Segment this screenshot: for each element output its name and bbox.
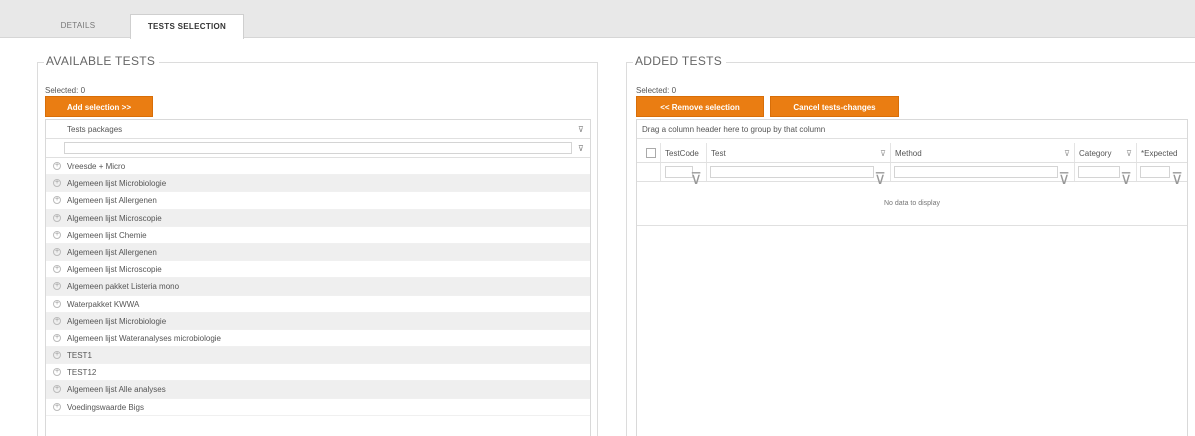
list-item[interactable]: + Algemeen lijst Microbiologie <box>46 175 590 193</box>
list-item[interactable]: + Algemeen lijst Wateranalyses microbiolo… <box>46 330 590 348</box>
added-selected-count: Selected: 0 <box>636 86 677 95</box>
list-item[interactable]: + TEST1 <box>46 347 590 365</box>
expand-icon[interactable]: + <box>53 213 61 222</box>
category-filter-input[interactable] <box>1078 166 1120 178</box>
method-filter-input[interactable] <box>894 166 1058 178</box>
test-filter-cell: ⊽ <box>707 163 891 188</box>
list-item[interactable]: + Algemeen lijst Chemie <box>46 227 590 244</box>
testcode-filter-cell: ⊽ <box>661 163 707 188</box>
test-filter-input[interactable] <box>710 166 874 178</box>
tests-packages-filter-input[interactable] <box>64 142 572 154</box>
column-label: Method <box>895 149 922 158</box>
expand-icon[interactable]: + <box>53 282 61 291</box>
package-label: Algemeen lijst Wateranalyses microbiolog… <box>67 333 221 343</box>
expected-filter-input[interactable] <box>1140 166 1170 178</box>
available-selected-count: Selected: 0 <box>45 86 86 95</box>
expand-icon[interactable]: + <box>53 333 61 342</box>
tab-tests-selection[interactable]: TESTS SELECTION <box>130 14 244 39</box>
filter-row: ⊽ <box>46 139 590 158</box>
expand-icon[interactable]: + <box>53 247 61 256</box>
available-tests-title: AVAILABLE TESTS <box>44 54 160 68</box>
list-item[interactable]: + Vreesde + Micro <box>46 158 590 176</box>
added-tests-title: ADDED TESTS <box>633 54 727 68</box>
expand-icon[interactable]: + <box>53 179 61 188</box>
list-item[interactable]: + Algemeen lijst Microscopie <box>46 209 590 227</box>
list-item[interactable]: + Algemeen lijst Alle analyses <box>46 381 590 399</box>
tab-details[interactable]: DETAILS <box>44 14 112 38</box>
expand-icon[interactable]: + <box>53 162 61 170</box>
expand-icon[interactable]: + <box>53 316 61 325</box>
list-item[interactable]: + Algemeen lijst Allergenen <box>46 243 590 262</box>
filter-icon[interactable]: ⊽ <box>578 125 584 134</box>
group-panel-hint[interactable]: Drag a column header here to group by th… <box>637 120 1187 139</box>
filter-icon[interactable]: ⊽ <box>578 144 584 153</box>
expand-icon[interactable]: + <box>53 402 61 411</box>
filter-icon[interactable]: ⊽ <box>1126 149 1132 158</box>
package-label: Algemeen lijst Microbiologie <box>67 316 167 326</box>
expand-icon[interactable]: + <box>53 299 61 308</box>
add-selection-button[interactable]: Add selection >> <box>45 96 153 117</box>
package-label: Algemeen pakket Listeria mono <box>67 282 180 292</box>
column-header-category[interactable]: Category ⊽ <box>1075 143 1137 162</box>
column-header-tests-packages[interactable]: Tests packages <box>67 125 122 134</box>
column-header-method[interactable]: Method ⊽ <box>891 143 1075 162</box>
filter-icon[interactable]: ⊽ <box>880 149 886 158</box>
remove-selection-button[interactable]: << Remove selection <box>636 96 764 117</box>
expand-icon[interactable]: + <box>53 351 61 360</box>
tests-packages-grid: Tests packages ⊽ ⊽ + Vreesde + Micro + Alge… <box>45 119 591 436</box>
expand-icon[interactable]: + <box>53 196 61 205</box>
grid-header: Tests packages ⊽ <box>46 120 590 139</box>
expand-icon[interactable]: + <box>53 265 61 274</box>
package-label: Algemeen lijst Allergenen <box>67 247 157 257</box>
empty-grid-message: No data to display <box>637 182 1187 226</box>
package-label: Vreesde + Micro <box>67 162 126 171</box>
testcode-filter-input[interactable] <box>665 166 693 178</box>
added-tests-grid: Drag a column header here to group by th… <box>636 119 1188 436</box>
select-all-checkbox[interactable] <box>646 148 656 158</box>
select-all-column <box>637 143 661 162</box>
package-label: TEST12 <box>67 368 97 378</box>
category-filter-cell: ⊽ <box>1075 163 1137 188</box>
column-header-expected[interactable]: *Expected <box>1137 143 1187 162</box>
column-label: Category <box>1079 149 1112 158</box>
package-label: Voedingswaarde Bigs <box>67 402 144 412</box>
package-label: Waterpakket KWWA <box>67 299 140 309</box>
package-label: Algemeen lijst Microscopie <box>67 265 162 275</box>
list-item[interactable]: + Algemeen lijst Microscopie <box>46 261 590 279</box>
filter-row: ⊽ ⊽ ⊽ ⊽ ⊽ <box>637 163 1187 188</box>
cancel-tests-changes-button[interactable]: Cancel tests-changes <box>770 96 899 117</box>
grid-header: TestCode Test ⊽ Method ⊽ Category ⊽ *Exp… <box>637 143 1187 163</box>
package-label: Algemeen lijst Allergenen <box>67 196 157 206</box>
filter-icon[interactable]: ⊽ <box>1064 149 1070 158</box>
tab-bar: DETAILS TESTS SELECTION <box>0 0 1195 39</box>
list-item[interactable]: + Voedingswaarde Bigs <box>46 399 590 416</box>
column-header-test[interactable]: Test ⊽ <box>707 143 891 162</box>
package-label: TEST1 <box>67 351 92 361</box>
column-label: Test <box>711 149 726 158</box>
filter-cell-empty <box>637 163 661 181</box>
expected-filter-cell: ⊽ <box>1137 163 1187 188</box>
expand-icon[interactable]: + <box>53 368 61 377</box>
package-label: Algemeen lijst Alle analyses <box>67 385 166 395</box>
column-label: *Expected <box>1141 149 1178 158</box>
column-label: TestCode <box>665 149 699 158</box>
package-label: Algemeen lijst Microbiologie <box>67 179 167 189</box>
list-item[interactable]: + Algemeen lijst Microbiologie <box>46 312 590 330</box>
list-item[interactable]: + Waterpakket KWWA <box>46 296 590 313</box>
expand-icon[interactable]: + <box>53 385 61 394</box>
list-item[interactable]: + Algemeen lijst Allergenen <box>46 192 590 210</box>
method-filter-cell: ⊽ <box>891 163 1075 188</box>
package-label: Algemeen lijst Microscopie <box>67 213 162 223</box>
list-item[interactable]: + TEST12 <box>46 364 590 382</box>
list-item[interactable]: + Algemeen pakket Listeria mono <box>46 278 590 296</box>
package-label: Algemeen lijst Chemie <box>67 230 147 240</box>
column-header-testcode[interactable]: TestCode <box>661 143 707 162</box>
packages-list: + Vreesde + Micro + Algemeen lijst Microbio… <box>46 158 590 416</box>
expand-icon[interactable]: + <box>53 230 61 239</box>
